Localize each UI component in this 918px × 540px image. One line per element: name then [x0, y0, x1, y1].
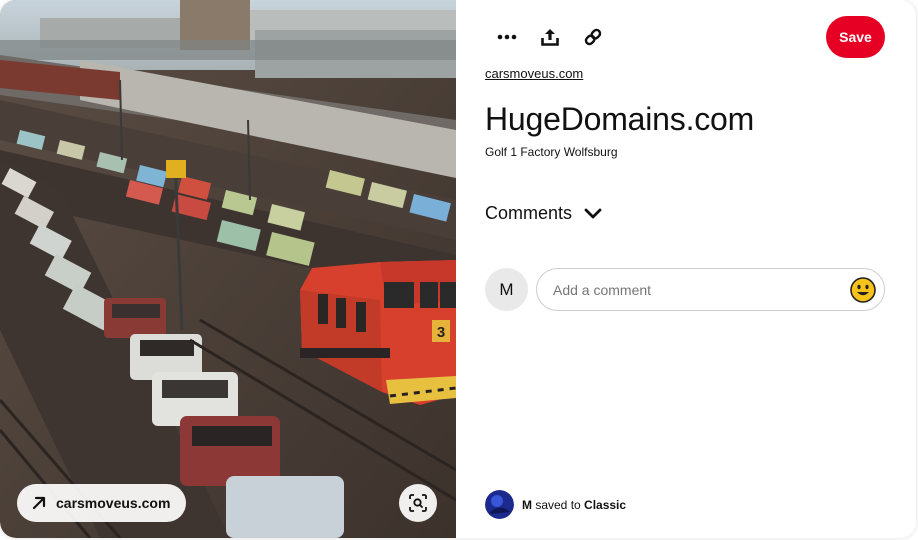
pin-title: HugeDomains.com	[485, 101, 755, 137]
emoji-button[interactable]	[850, 276, 876, 303]
comment-input-box[interactable]	[536, 268, 885, 311]
saver-avatar[interactable]	[485, 490, 514, 519]
smiley-emoji-icon	[850, 276, 876, 303]
more-horizontal-icon	[497, 34, 517, 40]
more-options-button[interactable]	[487, 17, 527, 57]
comments-toggle[interactable]: Comments	[485, 203, 602, 224]
source-chip-label: carsmoveus.com	[56, 495, 171, 511]
pin-details-panel: Save carsmoveus.com HugeDomains.com Golf…	[456, 0, 916, 538]
saver-name[interactable]: M	[522, 498, 532, 512]
pin-closeup-card: 3 carsmoveus.com Save carsmoveus.com Hug…	[0, 0, 916, 538]
share-upload-icon	[541, 29, 559, 46]
chevron-down-icon	[584, 208, 602, 218]
share-button[interactable]	[530, 17, 570, 57]
visual-search-button[interactable]	[399, 484, 437, 522]
saved-to-text: saved to	[532, 497, 585, 512]
pin-image[interactable]: 3 carsmoveus.com	[0, 0, 456, 538]
current-user-avatar[interactable]: M	[485, 268, 528, 311]
pin-photo: 3	[0, 0, 456, 538]
comments-label: Comments	[485, 203, 573, 223]
comment-input[interactable]	[553, 281, 850, 298]
visual-search-icon	[409, 494, 427, 512]
copy-link-button[interactable]	[573, 17, 613, 57]
saver-avatar-image	[485, 490, 514, 519]
source-domain-link[interactable]: carsmoveus.com	[485, 66, 583, 81]
loco-number: 3	[437, 324, 445, 341]
pin-description: Golf 1 Factory Wolfsburg	[485, 145, 618, 159]
saved-to-board: M saved to Classic	[485, 490, 626, 519]
link-icon	[584, 28, 602, 46]
arrow-up-right-icon	[32, 496, 46, 510]
board-name-link[interactable]: Classic	[584, 498, 626, 512]
source-link-chip[interactable]: carsmoveus.com	[17, 484, 187, 522]
save-button[interactable]: Save	[826, 16, 885, 58]
